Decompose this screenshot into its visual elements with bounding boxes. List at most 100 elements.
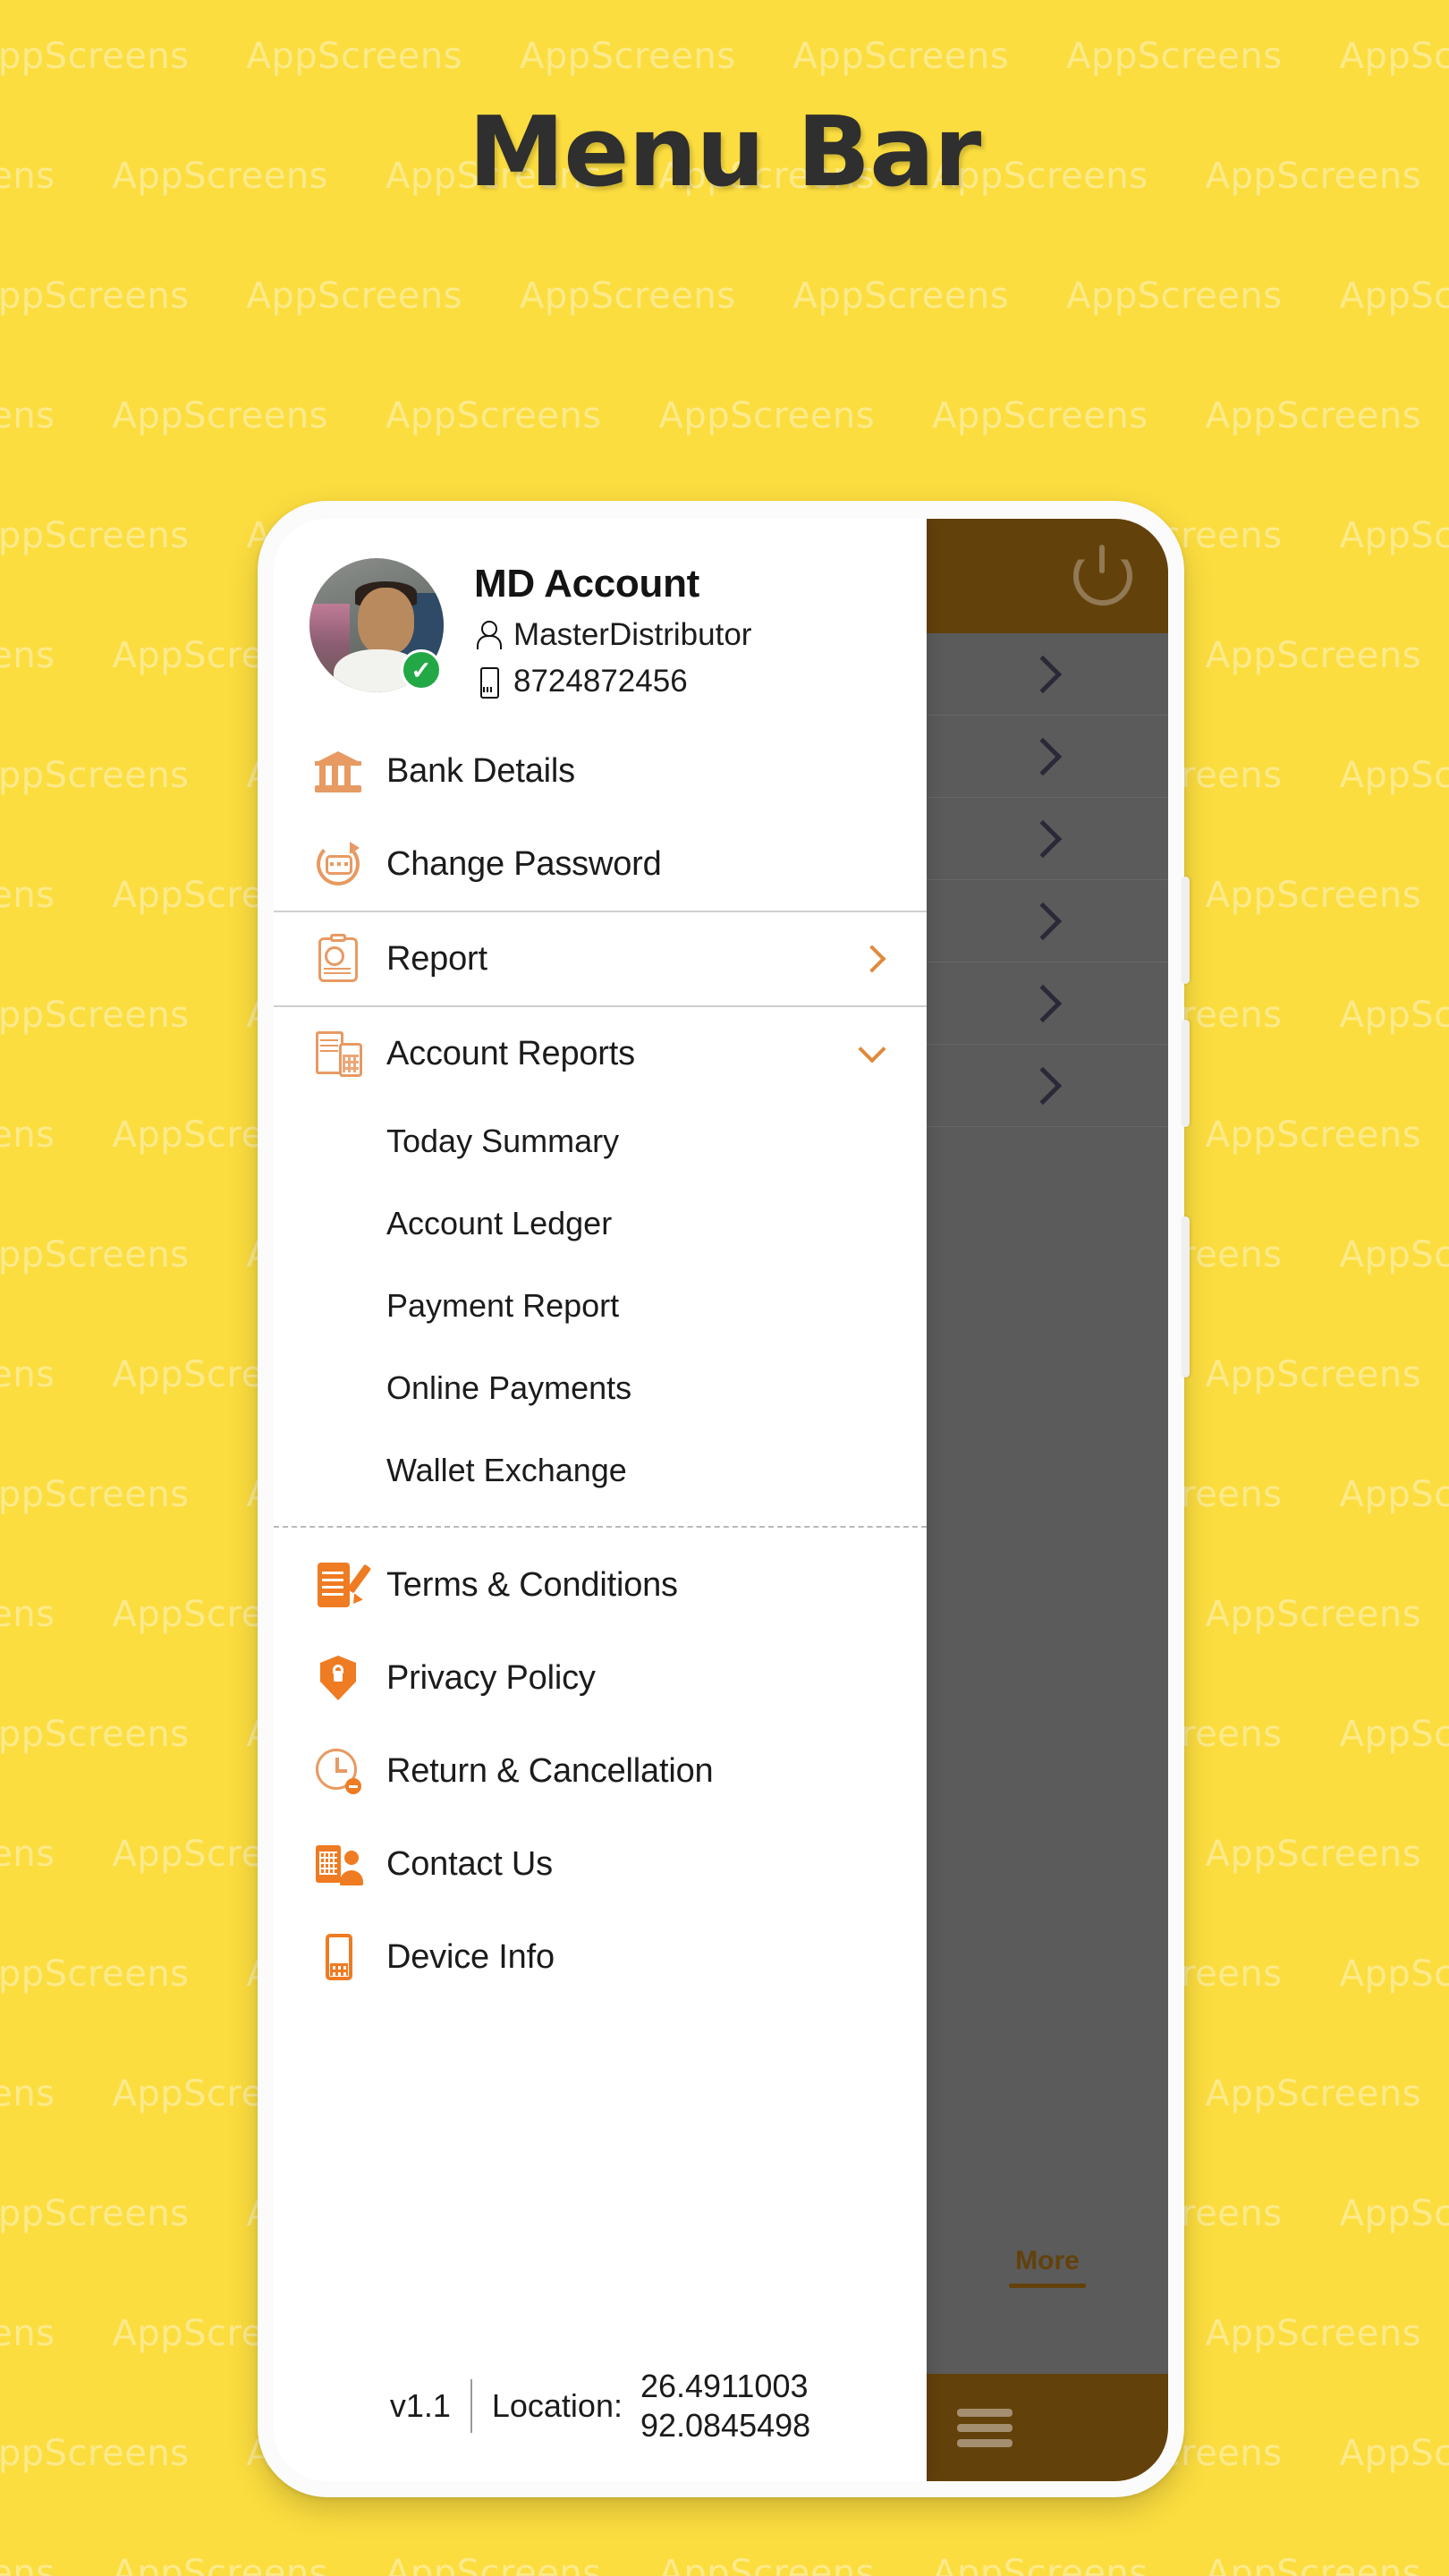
background-row[interactable] xyxy=(927,798,1168,880)
background-row[interactable] xyxy=(927,633,1168,716)
watermark-text: AppScreens xyxy=(1205,1594,1422,1635)
watermark-text: AppScreens xyxy=(1066,275,1283,317)
phone-side-button-volume-down[interactable] xyxy=(1182,1020,1190,1127)
watermark-text: AppScreens xyxy=(1205,635,1422,676)
divider xyxy=(274,1526,927,1528)
watermark-text: AppScreens xyxy=(386,2553,602,2576)
more-section[interactable]: More xyxy=(927,2246,1168,2288)
chevron-right-icon xyxy=(1023,655,1063,693)
phone-side-button-power[interactable] xyxy=(1182,1216,1190,1377)
location-label: Location: xyxy=(491,2387,623,2425)
more-underline xyxy=(1009,2284,1086,2288)
chevron-right-icon xyxy=(1023,819,1063,858)
watermark-text: AppScreens xyxy=(1339,1474,1449,1515)
watermark-row: AppScreens AppScreens AppScreens AppScreens… xyxy=(0,275,1449,317)
watermark-text: AppScreens xyxy=(1205,2313,1422,2354)
watermark-text: AppScreens xyxy=(0,1953,190,1995)
menu-item-privacy-policy[interactable]: Privacy Policy xyxy=(274,1631,927,1724)
watermark-text: AppScreens xyxy=(1205,2073,1422,2114)
menu-item-label: Privacy Policy xyxy=(386,1658,596,1697)
watermark-row: AppScreens AppScreens AppScreens AppScreens… xyxy=(0,36,1449,77)
watermark-text: AppScreens xyxy=(1339,1714,1449,1755)
mobile-icon xyxy=(474,665,501,699)
verified-check-icon: ✓ xyxy=(401,649,442,691)
watermark-text: AppScreens xyxy=(0,1354,55,1395)
submenu-item-payment-report[interactable]: Payment Report xyxy=(274,1265,927,1347)
contact-card-icon xyxy=(313,1839,363,1889)
profile-role: MasterDistributor xyxy=(513,617,752,652)
watermark-text: AppScreens xyxy=(1205,875,1422,916)
watermark-text: AppScreens xyxy=(1339,1953,1449,1995)
watermark-text: AppScreens xyxy=(1339,275,1449,317)
bank-icon xyxy=(313,746,363,796)
watermark-text: AppScreens xyxy=(520,275,736,317)
more-label: More xyxy=(1015,2246,1080,2275)
profile-phone-row: 8724872456 xyxy=(474,664,751,699)
profile-header[interactable]: ✓ MD Account MasterDistributor 872487245… xyxy=(274,519,927,724)
terms-document-icon xyxy=(313,1560,372,1610)
watermark-text: AppScreens xyxy=(0,515,190,556)
drawer-footer: v1.1 Location: 26.4911003 92.0845498 xyxy=(274,2343,927,2481)
menu-item-device-info[interactable]: Device Info xyxy=(274,1911,927,2004)
person-icon xyxy=(474,619,502,651)
watermark-text: AppScreens xyxy=(246,36,463,77)
watermark-text: AppScreens xyxy=(1339,995,1449,1036)
watermark-text: AppScreens xyxy=(0,275,190,317)
menu-item-contact-us[interactable]: Contact Us xyxy=(274,1818,927,1911)
shield-lock-icon xyxy=(313,1653,363,1703)
hamburger-icon[interactable] xyxy=(957,2402,1013,2454)
watermark-text: AppScreens xyxy=(658,395,876,436)
menu-item-return-cancellation[interactable]: Return & Cancellation xyxy=(274,1724,927,1818)
watermark-text: AppScreens xyxy=(1205,1354,1422,1395)
watermark-row: AppScreens AppScreens AppScreens AppScreens… xyxy=(0,395,1421,436)
background-row[interactable] xyxy=(927,1045,1168,1127)
watermark-text: AppScreens xyxy=(1339,2433,1449,2474)
watermark-row: AppScreens AppScreens AppScreens AppScreens… xyxy=(0,2553,1421,2576)
background-row[interactable] xyxy=(927,880,1168,962)
menu-item-bank-details[interactable]: Bank Details xyxy=(274,724,927,818)
phone-frame: More ✓ MD Account MasterDistributor 8724… xyxy=(258,501,1190,2497)
menu-item-label: Change Password xyxy=(386,844,662,883)
background-appbar xyxy=(927,519,1168,633)
phone-screen: More ✓ MD Account MasterDistributor 8724… xyxy=(274,519,1168,2481)
watermark-text: AppScreens xyxy=(658,2553,876,2576)
watermark-text: AppScreens xyxy=(1339,36,1449,77)
profile-role-row: MasterDistributor xyxy=(474,617,751,653)
menu-item-label: Report xyxy=(386,939,487,978)
latitude-value: 26.4911003 xyxy=(640,2368,809,2405)
footer-separator xyxy=(470,2379,472,2434)
watermark-text: AppScreens xyxy=(0,36,190,77)
watermark-text: AppScreens xyxy=(0,635,55,676)
password-reset-icon xyxy=(313,839,363,889)
watermark-text: AppScreens xyxy=(0,1114,55,1156)
watermark-text: AppScreens xyxy=(0,2313,55,2354)
watermark-text: AppScreens xyxy=(112,395,329,436)
watermark-text: AppScreens xyxy=(0,2553,55,2576)
watermark-text: AppScreens xyxy=(932,395,1148,436)
submenu-item-wallet-exchange[interactable]: Wallet Exchange xyxy=(274,1429,927,1512)
watermark-text: AppScreens xyxy=(1339,515,1449,556)
watermark-text: AppScreens xyxy=(1205,2553,1422,2576)
chevron-down-icon xyxy=(858,1035,886,1063)
profile-phone: 8724872456 xyxy=(513,664,688,699)
menu-item-account-reports[interactable]: Account Reports xyxy=(274,1007,927,1100)
background-row[interactable] xyxy=(927,962,1168,1045)
submenu-item-online-payments[interactable]: Online Payments xyxy=(274,1347,927,1429)
menu-item-report[interactable]: Report xyxy=(274,912,927,1005)
watermark-text: AppScreens xyxy=(1205,1834,1422,1875)
background-app: More xyxy=(927,519,1168,2481)
menu-item-label: Device Info xyxy=(386,1937,555,1976)
menu-item-label: Contact Us xyxy=(386,1844,553,1883)
app-version: v1.1 xyxy=(389,2387,451,2425)
avatar[interactable]: ✓ xyxy=(309,558,444,692)
background-row[interactable] xyxy=(927,716,1168,798)
phone-side-button-volume[interactable] xyxy=(1182,877,1190,984)
menu-item-terms-conditions[interactable]: Terms & Conditions xyxy=(274,1538,927,1631)
power-icon[interactable] xyxy=(1073,545,1132,606)
menu-item-change-password[interactable]: Change Password xyxy=(274,818,927,911)
watermark-text: AppScreens xyxy=(112,2553,329,2576)
submenu-item-account-ledger[interactable]: Account Ledger xyxy=(274,1182,927,1265)
watermark-text: AppScreens xyxy=(520,36,736,77)
chevron-right-icon xyxy=(1023,737,1063,775)
submenu-item-today-summary[interactable]: Today Summary xyxy=(274,1100,927,1182)
